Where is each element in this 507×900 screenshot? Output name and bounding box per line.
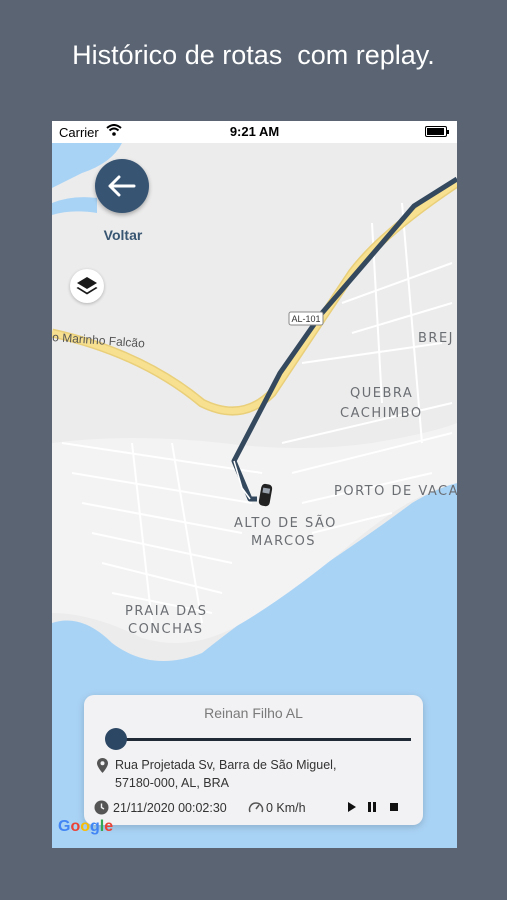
svg-text:AL-101: AL-101 bbox=[291, 314, 320, 324]
screen-headline: Histórico de rotas com replay. bbox=[72, 40, 435, 70]
clock-time: 9:21 AM bbox=[229, 124, 280, 139]
place-praia-2: CONCHAS bbox=[128, 622, 204, 637]
arrow-left-icon bbox=[108, 175, 136, 197]
battery-icon bbox=[425, 126, 449, 137]
place-alto-2: MARCOS bbox=[251, 534, 316, 549]
stop-icon[interactable] bbox=[387, 799, 401, 815]
road-badge: AL-101 bbox=[288, 311, 324, 326]
address-text: Rua Projetada Sv, Barra de São Miguel, 5… bbox=[115, 756, 405, 792]
place-quebra-2: CACHIMBO bbox=[340, 406, 423, 421]
layers-icon bbox=[76, 277, 98, 295]
place-porto: PORTO DE VACA bbox=[334, 484, 457, 499]
google-logo: Google bbox=[58, 818, 114, 835]
place-praia-1: PRAIA DAS bbox=[125, 604, 208, 619]
speed-text: 0 Km/h bbox=[266, 801, 306, 815]
back-label[interactable]: Voltar bbox=[88, 227, 158, 243]
place-alto-1: ALTO DE SÃO bbox=[234, 515, 337, 531]
speedometer-icon bbox=[248, 800, 264, 820]
datetime-text: 21/11/2020 00:02:30 bbox=[113, 801, 227, 815]
clock-icon bbox=[94, 800, 109, 820]
back-button[interactable] bbox=[95, 159, 149, 213]
address-line-2: 57180-000, AL, BRA bbox=[115, 776, 229, 790]
driver-name: Reinan Filho AL bbox=[204, 705, 303, 721]
place-brejo: BREJ bbox=[418, 331, 454, 346]
phone-screen: Carrier 9:21 AM AL-101 o Marinho Falcão … bbox=[52, 121, 457, 848]
replay-card: Reinan Filho AL Rua Projetada Sv, Barra … bbox=[84, 695, 423, 825]
replay-slider-track[interactable] bbox=[116, 738, 411, 741]
pause-icon[interactable] bbox=[365, 799, 379, 815]
replay-slider-thumb[interactable] bbox=[105, 728, 127, 750]
map-layers-button[interactable] bbox=[70, 269, 104, 303]
place-quebra-1: QUEBRA bbox=[350, 386, 413, 401]
location-pin-icon bbox=[97, 758, 108, 778]
status-bar: Carrier 9:21 AM bbox=[52, 121, 457, 143]
play-icon[interactable] bbox=[345, 799, 359, 815]
address-line-1: Rua Projetada Sv, Barra de São Miguel, bbox=[115, 758, 337, 772]
